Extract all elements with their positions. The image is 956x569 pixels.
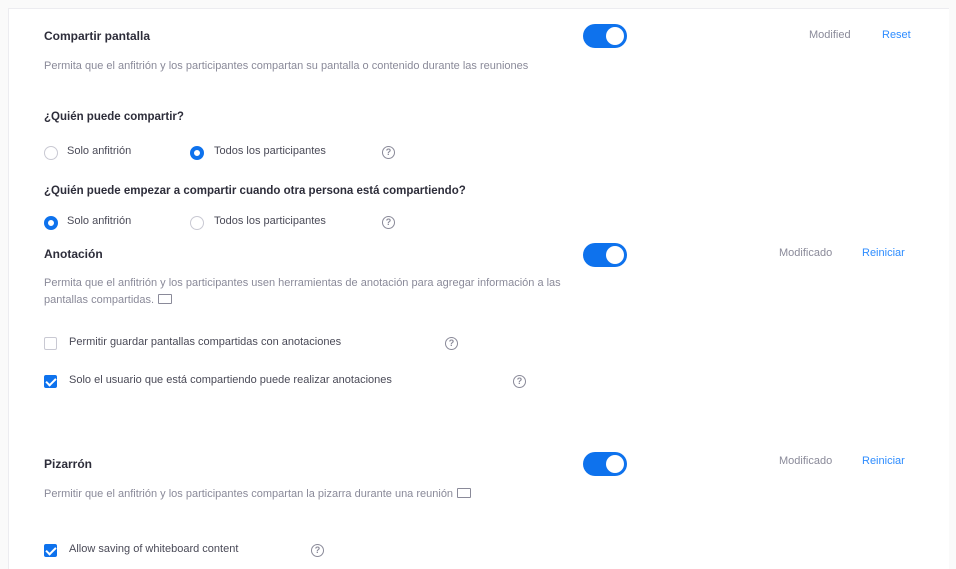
who-can-share-all-participants-radio[interactable] <box>190 146 204 160</box>
whiteboard-reset-link[interactable]: Reiniciar <box>862 455 905 467</box>
whiteboard-status: Modificado <box>779 455 833 467</box>
who-can-start-host-only-label: Solo anfitrión <box>67 215 132 227</box>
screen-sharing-reset-link[interactable]: Reset <box>882 29 911 41</box>
annotation-description: Permita que el anfitrión y los participa… <box>44 277 561 306</box>
save-whiteboard-help-icon[interactable]: ? <box>311 544 324 557</box>
annotation-reset-link[interactable]: Reiniciar <box>862 247 905 259</box>
whiteboard-title: Pizarrón <box>44 457 93 471</box>
who-can-start-question: ¿Quién puede empezar a compartir cuando … <box>44 185 466 197</box>
toggle-knob <box>606 246 624 264</box>
annotation-toggle[interactable] <box>583 243 627 267</box>
toggle-knob <box>606 455 624 473</box>
screen-sharing-toggle[interactable] <box>583 24 627 48</box>
who-can-start-all-participants-radio[interactable] <box>190 216 204 230</box>
save-whiteboard-label: Allow saving of whiteboard content <box>69 543 239 555</box>
who-can-start-help-icon[interactable]: ? <box>382 216 395 229</box>
who-can-share-help-icon[interactable]: ? <box>382 146 395 159</box>
save-annotations-checkbox[interactable] <box>44 337 57 350</box>
whiteboard-description: Permitir que el anfitrión y los particip… <box>44 488 454 500</box>
sharer-only-annotate-help-icon[interactable]: ? <box>513 375 526 388</box>
screen-sharing-title: Compartir pantalla <box>44 29 151 43</box>
sharer-only-annotate-label: Solo el usuario que está compartiendo pu… <box>69 374 392 386</box>
annotation-description-block: Permita que el anfitrión y los participa… <box>44 275 569 309</box>
who-can-share-host-only-radio[interactable] <box>44 146 58 160</box>
save-annotations-help-icon[interactable]: ? <box>445 337 458 350</box>
video-icon[interactable] <box>457 488 472 499</box>
who-can-start-all-participants-label: Todos los participantes <box>214 215 326 227</box>
who-can-share-question: ¿Quién puede compartir? <box>44 111 184 123</box>
whiteboard-description-block: Permitir que el anfitrión y los particip… <box>44 486 554 503</box>
whiteboard-toggle[interactable] <box>583 452 627 476</box>
video-icon[interactable] <box>158 294 173 305</box>
save-whiteboard-checkbox[interactable] <box>44 544 57 557</box>
who-can-start-host-only-radio[interactable] <box>44 216 58 230</box>
sharer-only-annotate-checkbox[interactable] <box>44 375 57 388</box>
toggle-knob <box>606 27 624 45</box>
settings-panel: Compartir pantalla Modified Reset Permit… <box>8 8 949 569</box>
who-can-share-host-only-label: Solo anfitrión <box>67 145 132 157</box>
screen-sharing-description: Permita que el anfitrión y los participa… <box>44 60 529 72</box>
annotation-status: Modificado <box>779 247 833 259</box>
annotation-title: Anotación <box>44 247 103 261</box>
who-can-share-all-participants-label: Todos los participantes <box>214 145 326 157</box>
save-annotations-label: Permitir guardar pantallas compartidas c… <box>69 336 342 348</box>
screen-sharing-status: Modified <box>809 29 851 41</box>
